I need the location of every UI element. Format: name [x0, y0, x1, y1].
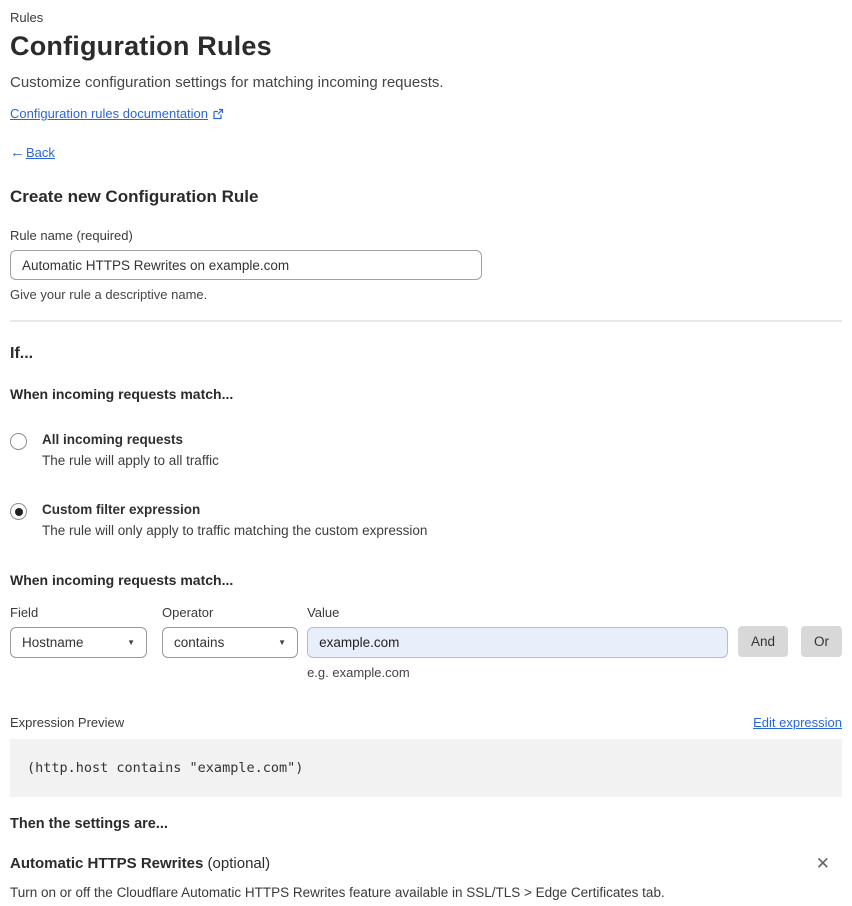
radio-label: All incoming requests — [42, 432, 184, 447]
section-divider — [10, 320, 842, 322]
builder-section-title: When incoming requests match... — [10, 572, 234, 588]
radio-all-incoming-requests[interactable]: All incoming requests The rule will appl… — [10, 432, 842, 468]
expression-preview-label: Expression Preview — [10, 715, 125, 730]
rule-name-input[interactable] — [10, 250, 482, 280]
breadcrumb: Rules — [10, 10, 44, 25]
radio-label: Custom filter expression — [42, 502, 201, 517]
chevron-down-icon: ▼ — [278, 638, 287, 647]
value-column-label: Value — [307, 605, 340, 620]
create-rule-title: Create new Configuration Rule — [10, 187, 259, 206]
radio-button-selected[interactable] — [10, 503, 27, 520]
back-link[interactable]: ← Back — [10, 144, 842, 161]
configuration-rules-page: Rules Configuration Rules Customize conf… — [0, 0, 852, 906]
setting-name: Automatic HTTPS Rewrites — [10, 855, 204, 872]
rule-name-help: Give your rule a descriptive name. — [10, 287, 208, 302]
if-section-title: If... — [10, 345, 34, 362]
value-help: e.g. example.com — [307, 665, 410, 680]
expression-preview-code: (http.host contains "example.com") — [10, 739, 842, 797]
operator-select[interactable]: contains ▼ — [162, 627, 299, 658]
operator-column-label: Operator — [162, 605, 214, 620]
radio-button-unselected[interactable] — [10, 433, 27, 450]
edit-expression-link[interactable]: Edit expression — [753, 715, 842, 730]
radio-custom-filter-expression[interactable]: Custom filter expression The rule will o… — [10, 502, 842, 538]
match-section-title: When incoming requests match... — [10, 386, 234, 402]
then-settings-title: Then the settings are... — [10, 816, 168, 832]
documentation-link[interactable]: Configuration rules documentation — [10, 106, 208, 121]
field-column-label: Field — [10, 605, 39, 620]
radio-description: The rule will only apply to traffic matc… — [42, 523, 428, 538]
rule-name-label: Rule name (required) — [10, 228, 133, 243]
radio-description: The rule will apply to all traffic — [42, 453, 219, 468]
external-link-icon — [212, 108, 224, 120]
back-arrow-icon: ← — [10, 144, 25, 161]
setting-description: Turn on or off the Cloudflare Automatic … — [10, 885, 665, 900]
operator-select-value: contains — [174, 635, 225, 650]
and-button[interactable]: And — [737, 626, 788, 657]
page-title: Configuration Rules — [10, 31, 272, 61]
chevron-down-icon: ▼ — [127, 638, 136, 647]
field-select[interactable]: Hostname ▼ — [10, 627, 148, 658]
field-select-value: Hostname — [22, 635, 84, 650]
close-icon[interactable]: ✕ — [816, 855, 830, 872]
value-input[interactable] — [307, 627, 728, 658]
or-button[interactable]: Or — [801, 626, 842, 657]
page-subtitle: Customize configuration settings for mat… — [10, 74, 444, 91]
setting-title: Automatic HTTPS Rewrites (optional) — [10, 855, 271, 872]
back-link-label: Back — [26, 145, 55, 160]
